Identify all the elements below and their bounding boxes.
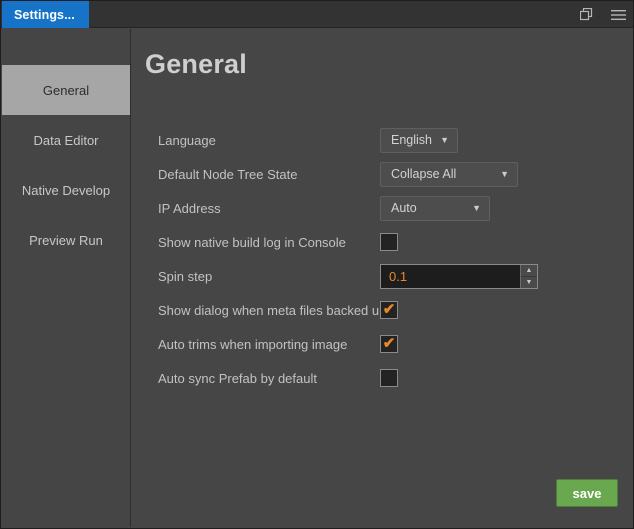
auto-trims-checkbox[interactable]: ✔ [380,335,398,353]
row-auto-trims: Auto trims when importing image ✔ [158,327,622,361]
hamburger-menu-icon[interactable] [609,6,627,24]
row-language: Language English ▼ [158,123,622,157]
sidebar-item-label: Data Editor [33,132,99,148]
row-label: Show native build log in Console [158,234,346,250]
sidebar-item-general[interactable]: General [2,65,130,115]
window-tab-label: Settings... [14,7,75,22]
control-slot: English ▼ [380,127,458,153]
chevron-down-icon: ▼ [440,134,449,145]
settings-window: Settings... General Data Editor Native D… [0,0,634,529]
sidebar-item-label: Preview Run [29,232,103,248]
show-dialog-meta-files-checkbox[interactable]: ✔ [380,301,398,319]
save-button-label: save [572,485,602,501]
control-slot: ✔ [380,335,398,353]
auto-sync-prefab-checkbox[interactable] [380,369,398,387]
control-slot: ✔ [380,301,398,319]
spin-step-buttons: ▲ ▼ [520,264,537,288]
settings-form: Language English ▼ Default Node Tree Sta… [158,123,622,395]
chevron-down-icon: ▼ [472,202,481,213]
show-native-build-log-checkbox[interactable] [380,233,398,251]
row-label: IP Address [158,200,221,216]
control-slot: Collapse All ▼ [380,161,518,187]
row-label: Show dialog when meta files backed up. [158,302,390,318]
control-slot [380,233,398,251]
spin-step-field[interactable]: 0.1 ▲ ▼ [380,263,538,289]
row-ip-address: IP Address Auto ▼ [158,191,622,225]
window-tab-settings[interactable]: Settings... [2,1,89,28]
sidebar-item-preview-run[interactable]: Preview Run [2,215,130,265]
spinner-down-icon[interactable]: ▼ [521,277,537,288]
dropdown-value: English [391,133,432,147]
restore-window-icon[interactable] [577,6,595,24]
content-panel: General Language English ▼ Default Node … [131,29,632,527]
titlebar-actions [577,1,627,28]
sidebar: General Data Editor Native Develop Previ… [2,29,131,527]
page-title: General [145,49,247,79]
row-label: Language [158,132,216,148]
default-node-tree-state-dropdown[interactable]: Collapse All ▼ [380,161,518,187]
chevron-down-icon: ▼ [500,168,509,179]
row-label: Spin step [158,268,213,284]
sidebar-item-label: General [42,82,90,98]
row-show-dialog-meta-files: Show dialog when meta files backed up. ✔ [158,293,622,327]
dropdown-value: Collapse All [391,167,457,181]
spinner-up-icon[interactable]: ▲ [521,265,537,277]
row-label: Auto sync Prefab by default [158,370,317,386]
row-label: Default Node Tree State [158,166,298,182]
sidebar-item-data-editor[interactable]: Data Editor [2,115,130,165]
checkmark-icon: ✔ [382,301,396,318]
control-slot [380,369,398,387]
sidebar-item-native-develop[interactable]: Native Develop [2,165,130,215]
row-spin-step: Spin step 0.1 ▲ ▼ [158,259,622,293]
control-slot: 0.1 ▲ ▼ [380,263,538,289]
row-default-node-tree-state: Default Node Tree State Collapse All ▼ [158,157,622,191]
control-slot: Auto ▼ [380,195,490,221]
row-label: Auto trims when importing image [158,336,348,352]
dropdown-value: Auto [391,201,417,215]
language-dropdown[interactable]: English ▼ [380,127,458,153]
row-show-native-build-log: Show native build log in Console [158,225,622,259]
save-button[interactable]: save [556,479,618,507]
row-auto-sync-prefab: Auto sync Prefab by default [158,361,622,395]
sidebar-top-spacer [2,29,130,65]
ip-address-dropdown[interactable]: Auto ▼ [380,195,490,221]
spin-step-value[interactable]: 0.1 [381,265,520,288]
checkmark-icon: ✔ [382,335,396,352]
title-bar: Settings... [1,1,633,28]
sidebar-item-label: Native Develop [21,182,111,198]
